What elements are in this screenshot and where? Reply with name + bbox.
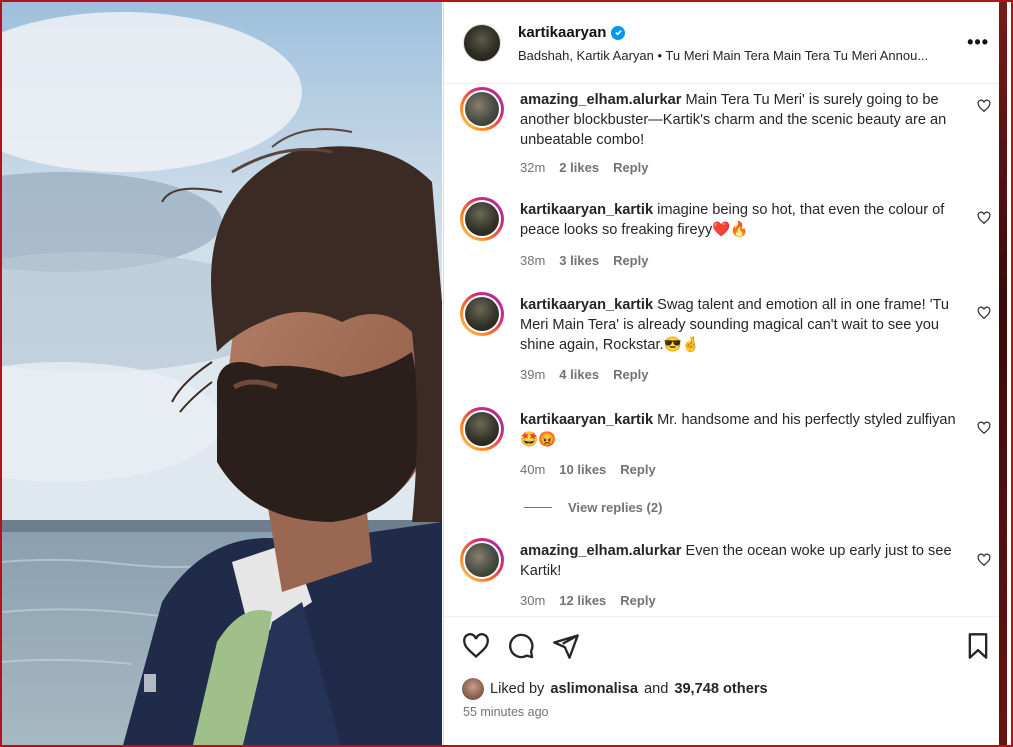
reply-button[interactable]: Reply [613, 253, 648, 268]
liker-avatar[interactable] [462, 678, 484, 700]
more-options-icon[interactable]: ••• [967, 32, 989, 52]
reply-button[interactable]: Reply [620, 462, 655, 477]
likes-count[interactable]: 39,748 others [674, 681, 767, 697]
like-heart-icon[interactable] [462, 632, 490, 660]
comment-likes[interactable]: 2 likes [559, 160, 599, 175]
view-replies-button[interactable]: View replies (2) [524, 500, 662, 515]
comment-likes[interactable]: 12 likes [559, 593, 606, 608]
comment-username[interactable]: amazing_elham.alurkar [520, 543, 681, 559]
comment-body: kartikaaryan_kartik Mr. handsome and his… [520, 410, 960, 450]
post-photo[interactable] [2, 2, 442, 745]
commenter-avatar[interactable] [460, 87, 504, 131]
post-header: kartikaaryan Badshah, Kartik Aaryan • Tu… [444, 2, 1007, 84]
commenter-avatar[interactable] [460, 407, 504, 451]
replies-divider [524, 507, 552, 508]
like-comment-heart-icon[interactable] [977, 553, 991, 567]
save-bookmark-icon[interactable] [964, 632, 992, 660]
background-edge [999, 2, 1007, 745]
author-username[interactable]: kartikaaryan [518, 24, 626, 41]
author-username-text[interactable]: kartikaaryan [518, 24, 606, 41]
comment-time[interactable]: 30m [520, 593, 545, 608]
share-send-icon[interactable] [552, 632, 580, 660]
comment-time[interactable]: 38m [520, 253, 545, 268]
likes-prefix: Liked by [490, 681, 545, 697]
comment-body: amazing_elham.alurkar Even the ocean wok… [520, 541, 960, 581]
comment-time[interactable]: 40m [520, 462, 545, 477]
comment-likes[interactable]: 10 likes [559, 462, 606, 477]
comment-meta: 39m 4 likes Reply [520, 367, 648, 382]
liker-username[interactable]: aslimonalisa [550, 681, 638, 697]
comments-list[interactable]: amazing_elham.alurkar Main Tera Tu Meri'… [444, 85, 1007, 615]
like-comment-heart-icon[interactable] [977, 306, 991, 320]
comment-meta: 38m 3 likes Reply [520, 253, 648, 268]
post-action-bar [444, 616, 1007, 676]
comment-body: kartikaaryan_kartik Swag talent and emot… [520, 295, 960, 355]
view-replies-label[interactable]: View replies (2) [568, 500, 662, 515]
reply-button[interactable]: Reply [613, 367, 648, 382]
commenter-avatar[interactable] [460, 197, 504, 241]
comment-username[interactable]: kartikaaryan_kartik [520, 412, 653, 428]
comment-bubble-icon[interactable] [507, 632, 535, 660]
comment-meta: 40m 10 likes Reply [520, 462, 656, 477]
comment-username[interactable]: amazing_elham.alurkar [520, 92, 681, 108]
comment-likes[interactable]: 3 likes [559, 253, 599, 268]
comment-meta: 30m 12 likes Reply [520, 593, 656, 608]
post-detail-panel: kartikaaryan Badshah, Kartik Aaryan • Tu… [443, 2, 1007, 745]
comment-body: amazing_elham.alurkar Main Tera Tu Meri'… [520, 90, 960, 150]
audio-subtitle[interactable]: Badshah, Kartik Aaryan • Tu Meri Main Te… [518, 48, 948, 63]
comment-time[interactable]: 39m [520, 367, 545, 382]
likes-summary: Liked by aslimonalisa and 39,748 others [462, 678, 768, 700]
post-timestamp[interactable]: 55 minutes ago [463, 705, 548, 719]
like-comment-heart-icon[interactable] [977, 99, 991, 113]
likes-middle: and [643, 681, 669, 697]
verified-badge-icon [611, 25, 626, 40]
like-comment-heart-icon[interactable] [977, 211, 991, 225]
comment-username[interactable]: kartikaaryan_kartik [520, 202, 653, 218]
post-image [2, 2, 442, 745]
instagram-post-window: kartikaaryan Badshah, Kartik Aaryan • Tu… [0, 0, 1013, 747]
reply-button[interactable]: Reply [620, 593, 655, 608]
like-comment-heart-icon[interactable] [977, 421, 991, 435]
commenter-avatar[interactable] [460, 292, 504, 336]
reply-button[interactable]: Reply [613, 160, 648, 175]
comment-username[interactable]: kartikaaryan_kartik [520, 297, 653, 313]
author-avatar[interactable] [463, 24, 501, 62]
commenter-avatar[interactable] [460, 538, 504, 582]
comment-time[interactable]: 32m [520, 160, 545, 175]
comment-meta: 32m 2 likes Reply [520, 160, 648, 175]
comment-likes[interactable]: 4 likes [559, 367, 599, 382]
comment-body: kartikaaryan_kartik imagine being so hot… [520, 200, 960, 240]
